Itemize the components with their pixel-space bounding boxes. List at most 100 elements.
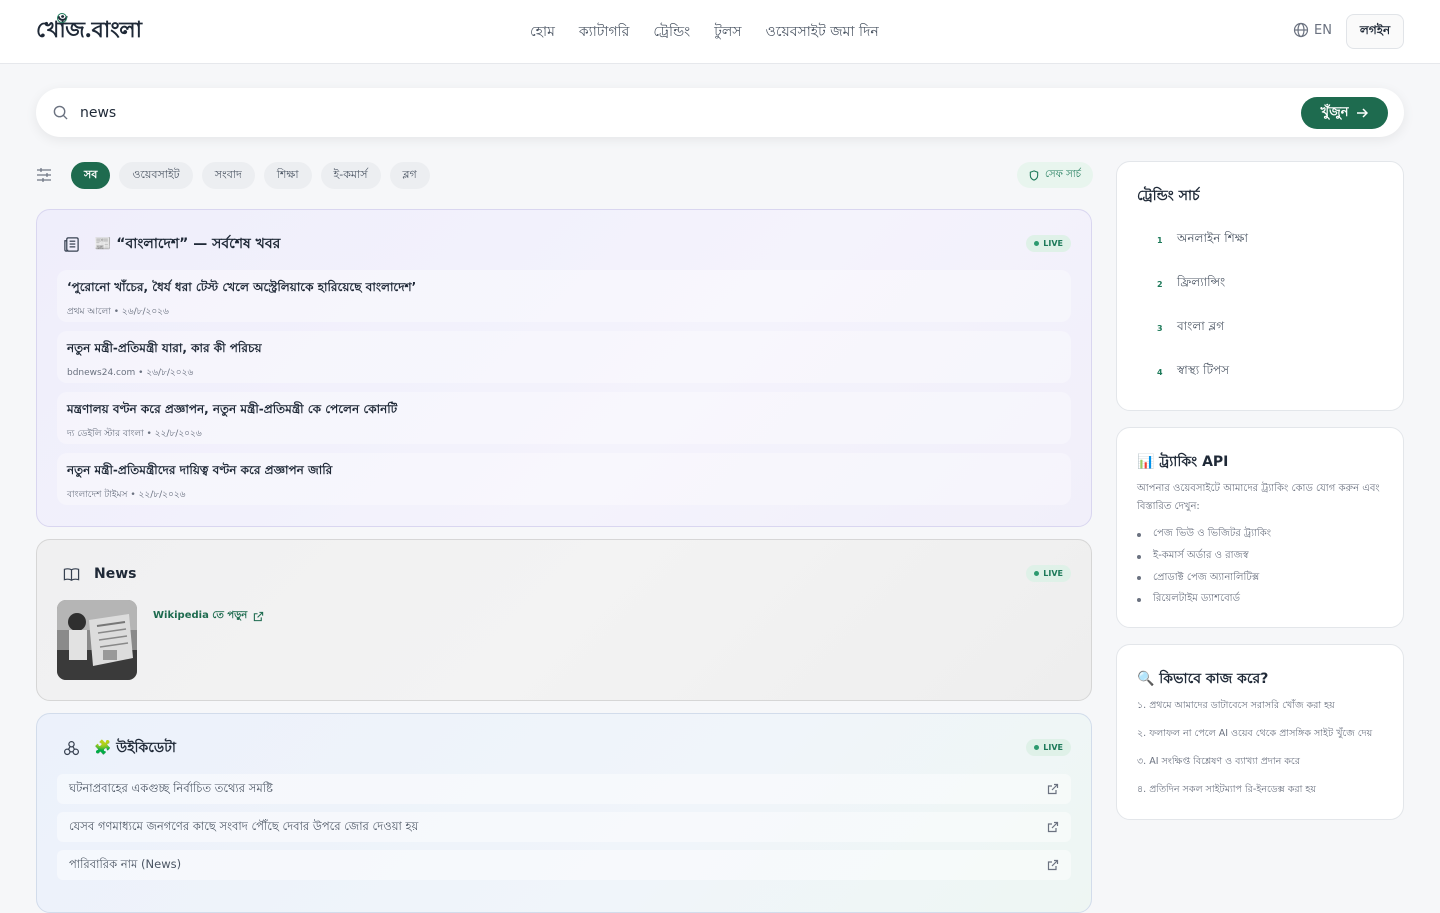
- how-it-works-step: ২. ফলাফল না পেলে AI ওয়েব থেকে প্রাসঙ্গি…: [1137, 728, 1373, 739]
- open-book-icon: [63, 567, 80, 581]
- trending-item[interactable]: 4 স্বাস্থ্য টিপস: [1157, 362, 1229, 382]
- wikipedia-read-link[interactable]: Wikipedia তে পড়ুন: [153, 608, 264, 625]
- trending-label: বাংলা ব্লগ: [1177, 319, 1225, 333]
- wikipedia-card: News LIVE Wikipedia তে পড়ুন: [36, 539, 1092, 701]
- how-it-works-title: 🔍 কিভাবে কাজ করে?: [1137, 671, 1269, 687]
- news-item-title[interactable]: মন্ত্রণালয় বণ্টন করে প্রজ্ঞাপন, নতুন মন…: [67, 401, 1061, 421]
- language-label: EN: [1314, 22, 1332, 38]
- external-link-icon: [254, 611, 264, 622]
- news-item-title[interactable]: নতুন মন্ত্রী-প্রতিমন্ত্রীদের দায়িত্ব বণ…: [67, 462, 1061, 482]
- wiki-thumbnail-image[interactable]: [57, 600, 137, 680]
- external-link-icon[interactable]: [1047, 821, 1059, 833]
- live-badge-label: LIVE: [1043, 239, 1063, 248]
- wikidata-row-text: যেসব গণমাধ্যমে জনগণের কাছে সংবাদ পৌঁছে দ…: [69, 818, 419, 833]
- search-bar: খুঁজুন: [36, 88, 1404, 137]
- news-item-meta: bdnews24.com • ২৬/৮/২০২৬: [67, 368, 194, 378]
- filter-chip-education[interactable]: শিক্ষা: [263, 161, 312, 189]
- trending-rank: 2: [1157, 279, 1163, 289]
- wikidata-row[interactable]: যেসব গণমাধ্যমে জনগণের কাছে সংবাদ পৌঁছে দ…: [57, 812, 1071, 842]
- filter-chip-website[interactable]: ওয়েবসাইট: [119, 161, 193, 189]
- how-it-works-step: ৪. প্রতিদিন সকল সাইটম্যাপ রি-ইনডেক্স করা…: [1137, 784, 1316, 795]
- filter-chip-ecommerce[interactable]: ই-কমার্স: [320, 161, 381, 189]
- tracking-api-feature-list: পেজ ভিউ ও ভিজিটর ট্র্যাকিং ই-কমার্স অর্ড…: [1137, 524, 1271, 611]
- news-results-card: 📰 “বাংলাদেশ” — সর্বশেষ খবর LIVE ‘পুরোনো …: [36, 209, 1092, 527]
- safe-search-toggle[interactable]: সেফ সার্চ: [1017, 162, 1094, 188]
- external-link-icon[interactable]: [1047, 859, 1059, 871]
- top-header: খোঁজ.বাংলা হোম ক্যাটাগরি ট্রেন্ডিং টুলস …: [0, 0, 1440, 64]
- tracking-api-description: আপনার ওয়েবসাইটে আমাদের ট্র্যাকিং কোড যো…: [1137, 483, 1380, 512]
- newspaper-reader-photo: [57, 600, 137, 680]
- globe-icon: [1293, 22, 1309, 38]
- news-item-title[interactable]: ‘পুরোনো খাঁচের, ধৈর্য ধরা টেস্ট খেলে অস্…: [67, 279, 1061, 299]
- trending-search-panel: ট্রেন্ডিং সার্চ 1 অনলাইন শিক্ষা 2 ফ্রিল্…: [1116, 161, 1404, 411]
- filter-bar: সব ওয়েবসাইট সংবাদ শিক্ষা ই-কমার্স ব্লগ: [36, 161, 430, 189]
- news-card-title: 📰 “বাংলাদেশ” — সর্বশেষ খবর: [94, 236, 281, 252]
- live-badge: LIVE: [1026, 565, 1071, 582]
- tracking-api-panel: 📊 ট্র্যাকিং API আপনার ওয়েবসাইটে আমাদের …: [1116, 427, 1404, 628]
- news-item[interactable]: নতুন মন্ত্রী-প্রতিমন্ত্রীদের দায়িত্ব বণ…: [57, 453, 1071, 505]
- arrow-right-icon: [1357, 108, 1369, 118]
- news-item-title[interactable]: নতুন মন্ত্রী-প্রতিমন্ত্রী যারা, কার কী প…: [67, 340, 1061, 360]
- filter-sliders-icon[interactable]: [36, 167, 52, 183]
- filter-chip-all[interactable]: সব: [71, 161, 111, 189]
- live-dot: [1034, 745, 1040, 750]
- live-dot: [1034, 241, 1040, 246]
- trending-rank: 1: [1157, 235, 1163, 245]
- news-item[interactable]: ‘পুরোনো খাঁচের, ধৈর্য ধরা টেস্ট খেলে অস্…: [57, 270, 1071, 322]
- nav-tools[interactable]: টুলস: [714, 20, 741, 44]
- network-nodes-icon: [63, 740, 80, 755]
- filter-chip-news[interactable]: সংবাদ: [201, 161, 255, 189]
- wikidata-row-text: ঘটনাপ্রবাহের একগুচ্ছ নির্বাচিত তথ্যের সম…: [69, 780, 273, 795]
- wikipedia-link-label: Wikipedia তে পড়ুন: [153, 610, 248, 621]
- search-icon: [53, 105, 68, 120]
- trending-item[interactable]: 3 বাংলা ব্লগ: [1157, 318, 1224, 338]
- nav-trending[interactable]: ট্রেন্ডিং: [653, 20, 690, 44]
- nav-submit-website[interactable]: ওয়েবসাইট জমা দিন: [766, 20, 879, 44]
- search-button[interactable]: খুঁজুন: [1301, 97, 1388, 129]
- news-item[interactable]: নতুন মন্ত্রী-প্রতিমন্ত্রী যারা, কার কী প…: [57, 331, 1071, 383]
- wikidata-row-text: পারিবারিক নাম (News): [69, 856, 182, 871]
- how-it-works-panel: 🔍 কিভাবে কাজ করে? ১. প্রথমে আমাদের ডাটাব…: [1116, 644, 1404, 820]
- news-item-meta: দ্য ডেইলি স্টার বাংলা • ২২/৮/২০২৬: [67, 429, 202, 439]
- nav-category[interactable]: ক্যাটাগরি: [579, 20, 629, 44]
- trending-title: ট্রেন্ডিং সার্চ: [1137, 188, 1200, 204]
- wikidata-card-header: 🧩 উইকিডেটা: [63, 738, 176, 758]
- tracking-api-feature: ই-কমার্স অর্ডার ও রাজস্ব: [1137, 546, 1271, 568]
- login-button[interactable]: লগইন: [1346, 14, 1404, 49]
- search-button-label: খুঁজুন: [1320, 104, 1349, 120]
- wikidata-card-title: 🧩 উইকিডেটা: [94, 740, 176, 756]
- external-link-icon[interactable]: [1047, 783, 1059, 795]
- how-it-works-step: ১. প্রথমে আমাদের ডাটাবেসে সরাসরি খোঁজ কর…: [1137, 700, 1335, 711]
- trending-item[interactable]: 1 অনলাইন শিক্ষা: [1157, 230, 1248, 250]
- wikidata-row[interactable]: পারিবারিক নাম (News): [57, 850, 1071, 880]
- wikidata-card: 🧩 উইকিডেটা LIVE ঘটনাপ্রবাহের একগুচ্ছ নির…: [36, 713, 1092, 913]
- newspaper-icon: [64, 236, 79, 252]
- language-switcher[interactable]: EN: [1293, 22, 1332, 38]
- logo-text: খোঁজ.বাংলা: [36, 16, 142, 43]
- trending-item[interactable]: 2 ফ্রিল্যান্সিং: [1157, 274, 1225, 294]
- live-badge-label: LIVE: [1043, 743, 1063, 752]
- nav-home[interactable]: হোম: [530, 20, 555, 44]
- tracking-api-feature: প্রোডাক্ট পেজ অ্যানালিটিক্স: [1137, 567, 1271, 589]
- shield-icon: [1029, 169, 1039, 181]
- filter-chip-blog[interactable]: ব্লগ: [389, 161, 430, 189]
- news-item[interactable]: মন্ত্রণালয় বণ্টন করে প্রজ্ঞাপন, নতুন মন…: [57, 392, 1071, 444]
- tracking-api-feature: পেজ ভিউ ও ভিজিটর ট্র্যাকিং: [1137, 524, 1271, 546]
- news-item-meta: প্রথম আলো • ২৬/৮/২০২৬: [67, 307, 169, 317]
- tracking-api-title: 📊 ট্র্যাকিং API: [1137, 454, 1229, 470]
- wikidata-row[interactable]: ঘটনাপ্রবাহের একগুচ্ছ নির্বাচিত তথ্যের সম…: [57, 774, 1071, 804]
- live-badge: LIVE: [1026, 739, 1071, 756]
- search-input[interactable]: [80, 100, 1280, 125]
- trending-rank: 3: [1157, 323, 1163, 333]
- main-nav: হোম ক্যাটাগরি ট্রেন্ডিং টুলস ওয়েবসাইট জ…: [530, 20, 879, 44]
- trending-label: স্বাস্থ্য টিপস: [1177, 363, 1230, 377]
- trending-rank: 4: [1157, 367, 1163, 377]
- wiki-card-header: News: [63, 564, 136, 584]
- live-badge: LIVE: [1026, 235, 1071, 252]
- site-logo[interactable]: খোঁজ.বাংলা: [36, 13, 142, 48]
- news-item-meta: বাংলাদেশ টাইমস • ২২/৮/২০২৬: [67, 490, 186, 500]
- safe-search-label: সেফ সার্চ: [1045, 168, 1082, 180]
- news-card-header: 📰 “বাংলাদেশ” — সর্বশেষ খবর: [63, 234, 280, 254]
- tracking-api-feature: রিয়েলটাইম ড্যাশবোর্ড: [1137, 589, 1271, 611]
- how-it-works-step: ৩. AI সংক্ষিপ্ত বিশ্লেষণ ও ব্যাখ্যা প্রদ…: [1137, 756, 1300, 767]
